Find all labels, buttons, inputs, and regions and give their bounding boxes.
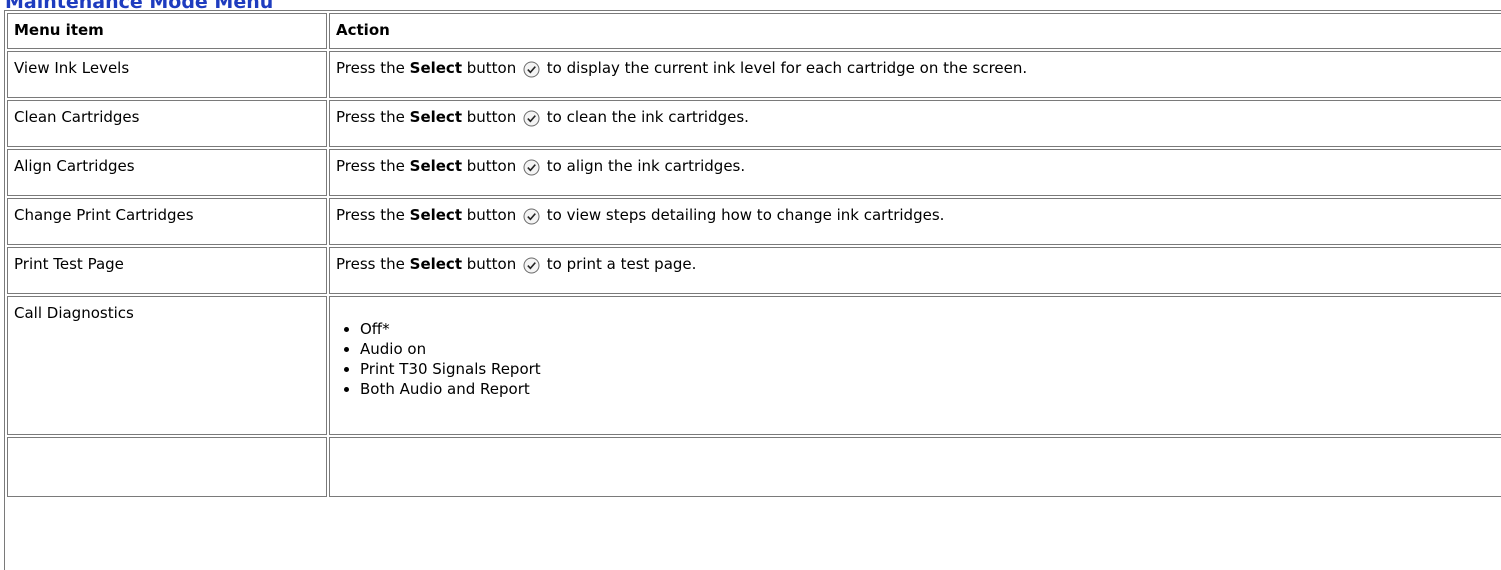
table-row: Print Test Page Press the Select button … [7,247,1501,294]
list-item: Off* [360,319,1501,339]
menu-item-cell: Call Diagnostics [7,296,327,435]
action-post: to clean the ink cartridges. [542,108,749,126]
table-row: Clean Cartridges Press the Select button… [7,100,1501,147]
action-post: to display the current ink level for eac… [542,59,1028,77]
action-cell: Press the Select button to align the ink… [329,149,1501,196]
action-pre: Press the [336,108,410,126]
menu-item-cell: Clean Cartridges [7,100,327,147]
action-bold: Select [409,157,462,175]
select-button-icon [523,110,540,127]
menu-item-cell: View Ink Levels [7,51,327,98]
action-pre: Press the [336,59,410,77]
action-bold: Select [409,59,462,77]
maintenance-menu-table: Menu item Action View Ink Levels Press t… [5,11,1501,499]
select-button-icon [523,61,540,78]
table-row [7,437,1501,497]
header-menu-item: Menu item [7,13,327,49]
menu-table-wrapper: Menu item Action View Ink Levels Press t… [4,10,1501,570]
action-pre: Press the [336,157,410,175]
select-button-icon [523,208,540,225]
action-bold: Select [409,108,462,126]
action-cell [329,437,1501,497]
menu-item-cell: Align Cartridges [7,149,327,196]
action-bold: Select [409,255,462,273]
action-pre: Press the [336,255,410,273]
action-cell: Press the Select button to clean the ink… [329,100,1501,147]
action-post: to view steps detailing how to change in… [542,206,945,224]
action-bold: Select [409,206,462,224]
menu-item-cell [7,437,327,497]
action-pre: Press the [336,206,410,224]
action-mid: button [462,255,517,273]
action-post: to align the ink cartridges. [542,157,746,175]
select-button-icon [523,159,540,176]
action-mid: button [462,108,517,126]
table-row: Change Print Cartridges Press the Select… [7,198,1501,245]
action-cell: Press the Select button to view steps de… [329,198,1501,245]
menu-item-cell: Change Print Cartridges [7,198,327,245]
table-row: View Ink Levels Press the Select button … [7,51,1501,98]
action-mid: button [462,59,517,77]
table-header-row: Menu item Action [7,13,1501,49]
list-item: Both Audio and Report [360,379,1501,399]
header-action: Action [329,13,1501,49]
action-post: to print a test page. [542,255,697,273]
list-item: Audio on [360,339,1501,359]
list-item: Print T30 Signals Report [360,359,1501,379]
action-mid: button [462,206,517,224]
action-cell: Press the Select button to print a test … [329,247,1501,294]
call-diagnostics-options: Off* Audio on Print T30 Signals Report B… [336,319,1501,399]
table-row: Call Diagnostics Off* Audio on Print T30… [7,296,1501,435]
action-cell: Press the Select button to display the c… [329,51,1501,98]
action-cell: Off* Audio on Print T30 Signals Report B… [329,296,1501,435]
action-mid: button [462,157,517,175]
select-button-icon [523,257,540,274]
menu-item-cell: Print Test Page [7,247,327,294]
table-row: Align Cartridges Press the Select button… [7,149,1501,196]
